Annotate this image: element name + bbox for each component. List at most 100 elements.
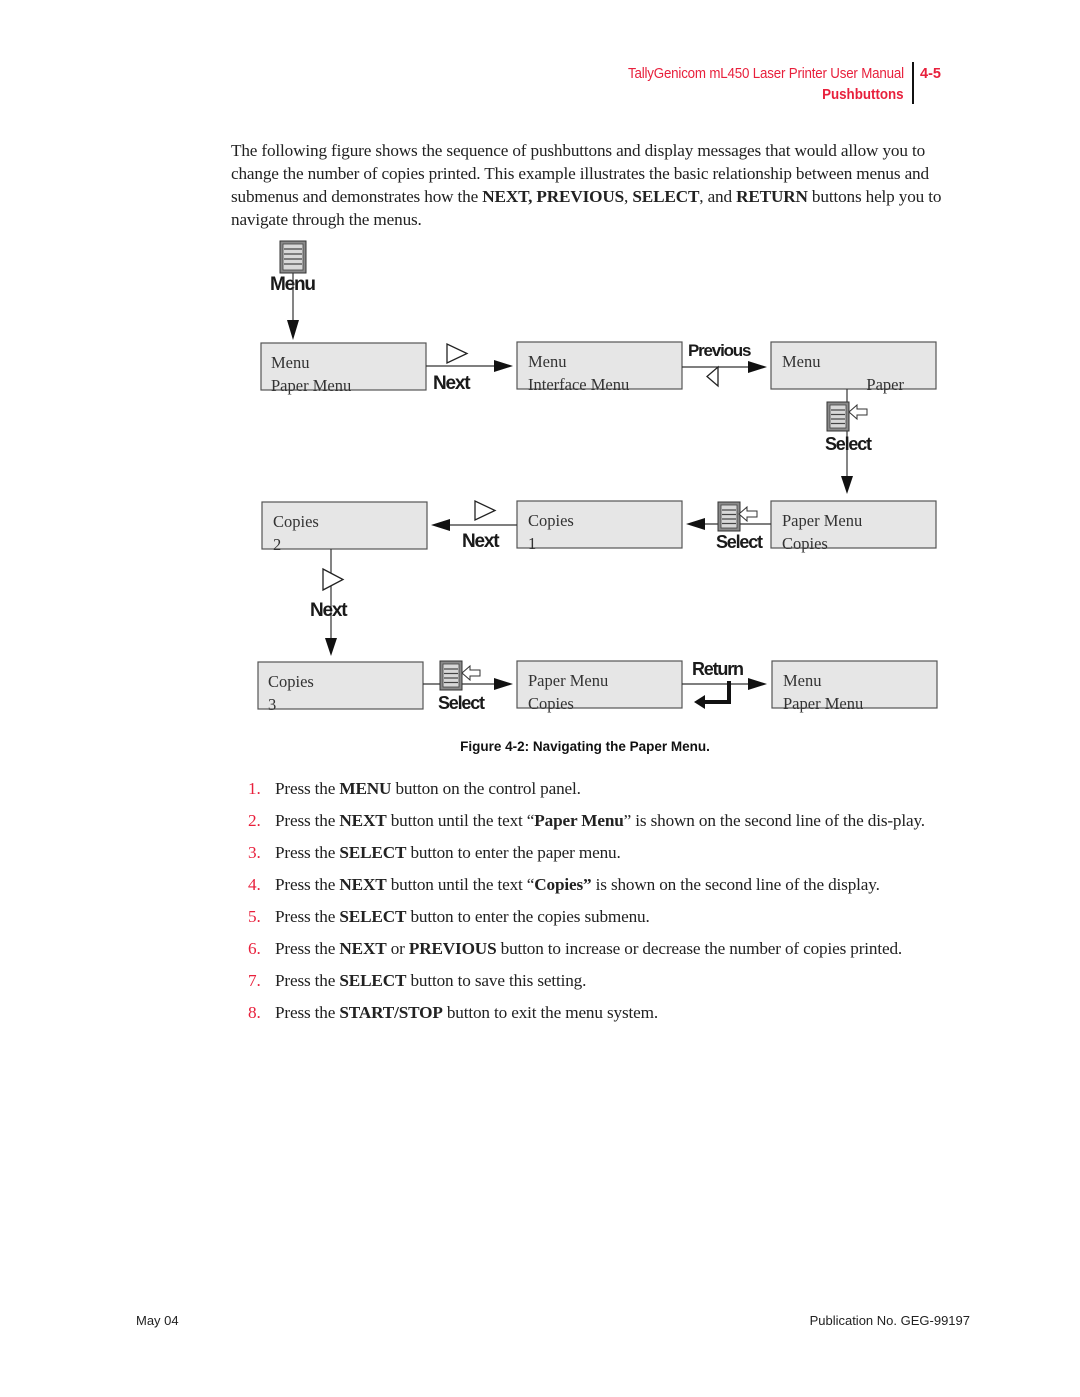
text-run: Press the [275,779,340,798]
text-run: button on the control panel. [391,779,581,798]
step-text: Press the START/STOP button to exit the … [275,1003,658,1022]
step-item: 1. Press the MENU button on the control p… [240,778,975,800]
next-button-label: Next [462,531,500,552]
text-run: Press the [275,843,340,862]
svg-text:3: 3 [268,695,276,714]
display-d5: Copies 1 [516,500,683,553]
display-d9: Menu Paper Menu [771,660,938,713]
bold-text: SELECT [339,907,407,926]
svg-text:2: 2 [273,535,281,554]
svg-text:Interface Menu: Interface Menu [528,375,629,394]
step-number: 3. [248,843,261,862]
text-run: Press the [275,811,340,830]
svg-text:Menu: Menu [528,352,567,371]
svg-text:Copies: Copies [528,511,574,530]
bold-text: NEXT [339,939,387,958]
step-text: Press the NEXT button until the text “Co… [275,875,880,894]
previous-triangle-icon [706,365,719,388]
select-button-icon [717,501,758,532]
step-item: 2. Press the NEXT button until the text “… [240,810,975,832]
svg-text:Copies: Copies [528,694,574,713]
step-number: 4. [248,875,261,894]
text-run: button until the text “ [386,875,535,894]
svg-text:Menu: Menu [782,352,821,371]
step-text: Press the NEXT button until the text “Pa… [275,811,925,830]
arrow-left-icon [431,519,450,531]
bold-text: SELECT [339,843,407,862]
figure-caption: Figure 4-2: Navigating the Paper Menu. [460,739,710,754]
arrow-down-icon [841,476,853,494]
text-run: button to save this setting. [406,971,587,990]
svg-text:1: 1 [528,534,536,553]
step-item: 5. Press the SELECT button to enter the c… [240,906,975,928]
step-number: 7. [248,971,261,990]
next-triangle-icon [446,342,469,365]
svg-text:Copies: Copies [268,672,314,691]
svg-text:Copies: Copies [782,534,828,553]
arrow-right-icon [494,360,513,372]
text-run: Press the [275,907,340,926]
bold-text: SELECT [339,971,407,990]
svg-text:Paper Menu: Paper Menu [783,694,863,713]
display-d4: Paper Menu Copies [770,500,937,553]
step-text: Press the NEXT or PREVIOUS button to inc… [275,939,902,958]
arrow-left-icon [686,518,705,530]
text-run: Press the [275,875,340,894]
svg-text:Copies: Copies [273,512,319,531]
step-item: 6. Press the NEXT or PREVIOUS button to i… [240,938,975,960]
display-d6: Copies 2 [261,501,428,554]
step-item: 3. Press the SELECT button to enter the p… [240,842,975,864]
display-d1: Menu Paper Menu [260,342,427,395]
text-run: ” is shown on the second line of the dis… [623,811,925,830]
svg-text:Paper: Paper [866,375,904,394]
arrow-right-icon [494,678,513,690]
display-d7: Copies 3 [257,661,424,714]
bold-text: NEXT [339,811,387,830]
svg-text:Menu: Menu [783,671,822,690]
step-number: 8. [248,1003,261,1022]
step-text: Press the SELECT button to save this set… [275,971,586,990]
select-button-label: Select [825,434,872,454]
step-number: 6. [248,939,261,958]
text-run: button to increase or decrease the numbe… [496,939,903,958]
text-run: Press the [275,939,340,958]
footer-publication: Publication No. GEG-99197 [809,1313,970,1328]
svg-text:Paper Menu: Paper Menu [782,511,862,530]
text-run: button to enter the copies submenu. [406,907,650,926]
bold-text: START/STOP [339,1003,443,1022]
bold-text: MENU [339,779,392,798]
return-button-label: Return [692,659,743,679]
text-run: Press the [275,971,340,990]
arrow-right-icon [748,678,767,690]
svg-text:Menu: Menu [271,353,310,372]
text-run: button until the text “ [386,811,535,830]
bold-text: Copies” [534,875,592,894]
step-text: Press the SELECT button to enter the cop… [275,907,650,926]
previous-button-label: Previous [688,341,751,360]
navigation-diagram: Menu Menu Paper Menu Menu Interface Menu… [257,240,938,714]
next-triangle-icon [322,567,345,592]
svg-text:Paper Menu: Paper Menu [528,671,608,690]
steps-list: 1. Press the MENU button on the control p… [240,778,975,1034]
bold-text: PREVIOUS [408,939,497,958]
display-d8: Paper Menu Copies [516,660,683,713]
menu-button-icon [279,240,307,274]
display-d3: Menu Paper [770,341,937,394]
step-text: Press the SELECT button to enter the pap… [275,843,621,862]
arrow-down-icon [287,320,299,340]
step-text: Press the MENU button on the control pan… [275,779,581,798]
arrow-right-icon [748,361,767,373]
select-button-label: Select [438,693,485,713]
svg-text:Paper Menu: Paper Menu [271,376,351,395]
bold-text: NEXT [339,875,387,894]
step-item: 7. Press the SELECT button to save this s… [240,970,975,992]
footer-date: May 04 [136,1313,179,1328]
select-button-icon [826,401,868,432]
return-arrow-icon [694,681,731,709]
step-item: 4. Press the NEXT button until the text “… [240,874,975,896]
text-run: or [386,939,409,958]
arrow-down-icon [325,638,337,656]
step-number: 5. [248,907,261,926]
step-number: 1. [248,779,261,798]
text-run: button to exit the menu system. [442,1003,658,1022]
